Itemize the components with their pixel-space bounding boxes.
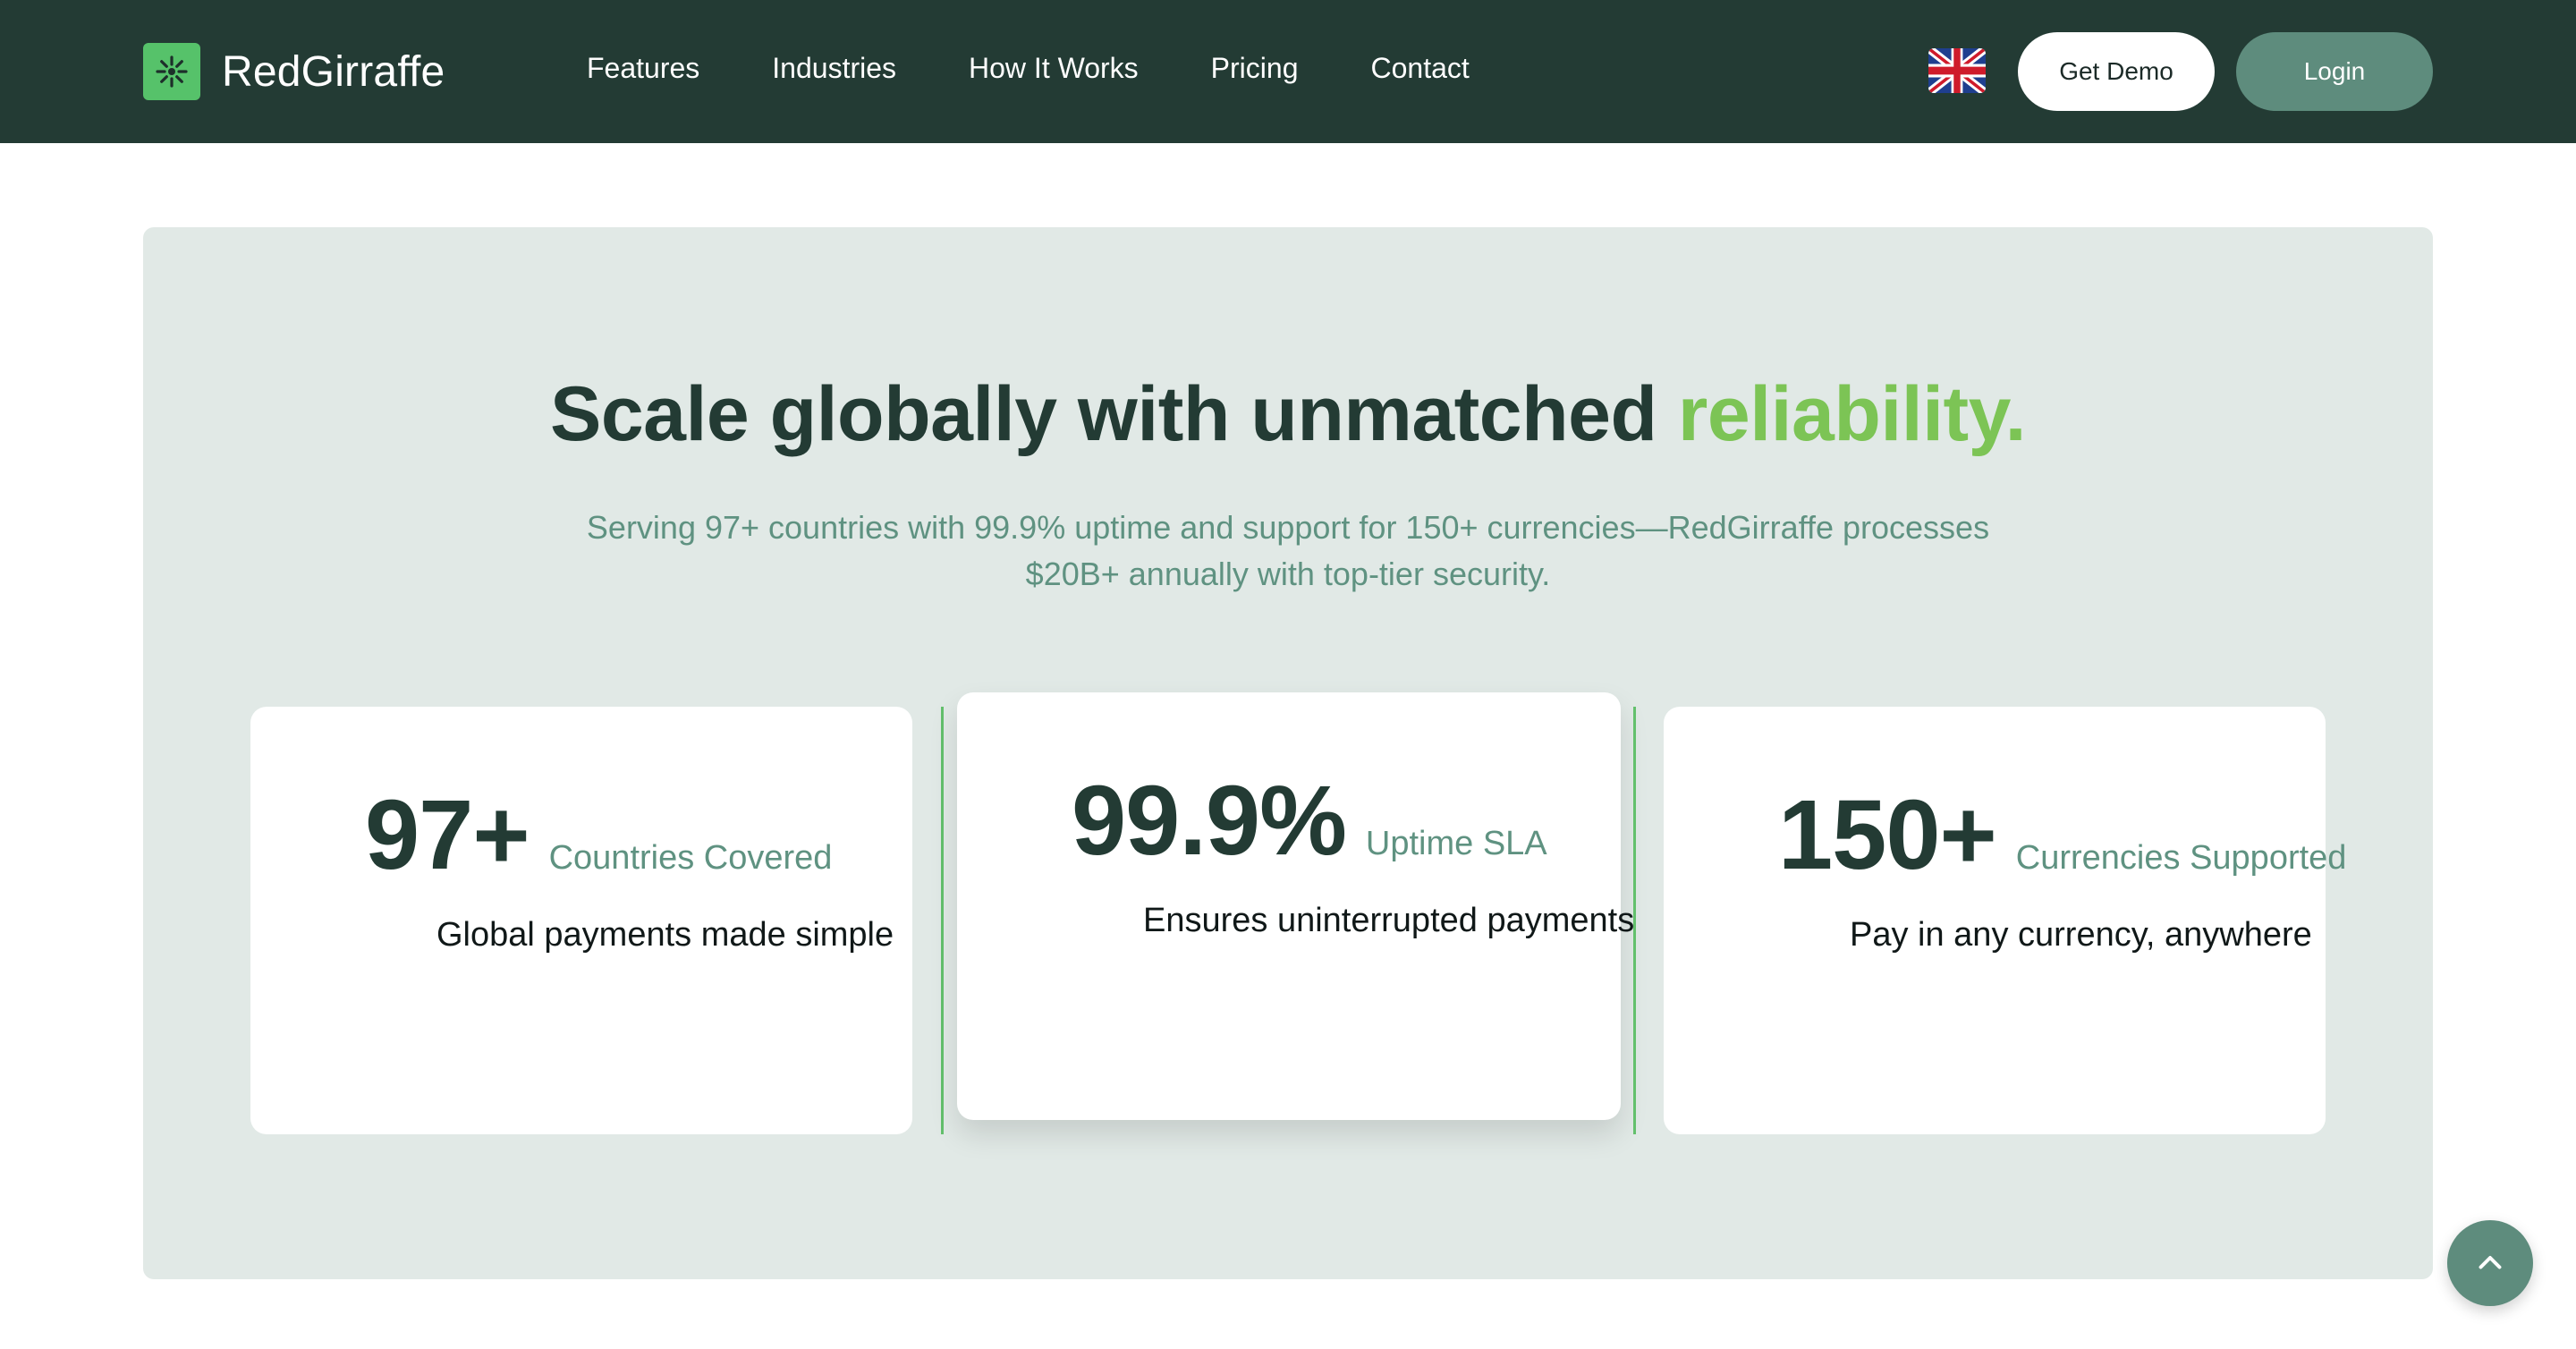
brand-logo-icon: [143, 43, 200, 100]
page: RedGirraffe Features Industries How It W…: [0, 0, 2576, 1349]
card-divider: [1633, 707, 1636, 1134]
stat-description: Global payments made simple: [436, 916, 894, 954]
nav-contact[interactable]: Contact: [1370, 52, 1469, 85]
login-button[interactable]: Login: [2236, 32, 2433, 111]
nav-features[interactable]: Features: [587, 52, 699, 85]
nav-how-it-works[interactable]: How It Works: [969, 52, 1139, 85]
uk-flag-icon[interactable]: [1928, 48, 1986, 93]
stat-description: Pay in any currency, anywhere: [1850, 916, 2312, 954]
nav-pricing[interactable]: Pricing: [1211, 52, 1299, 85]
stat-card-countries: 97+ Countries Covered Global payments ma…: [250, 707, 912, 1134]
stat-label: Countries Covered: [548, 839, 833, 877]
brand-logo[interactable]: RedGirraffe: [143, 43, 445, 100]
scroll-to-top-button[interactable]: [2447, 1220, 2533, 1306]
card-divider: [941, 707, 944, 1134]
stat-value: 150+: [1778, 780, 1997, 890]
stats-section: Scale globally with unmatched reliabilit…: [143, 227, 2433, 1279]
stat-description: Ensures uninterrupted payments: [1143, 902, 1635, 939]
stat-label: Uptime SLA: [1365, 825, 1547, 862]
headline-main: Scale globally with unmatched: [549, 371, 1678, 457]
stat-card-currencies: 150+ Currencies Supported Pay in any cur…: [1664, 707, 2346, 1134]
stat-label: Currencies Supported: [2015, 839, 2347, 877]
headline-accent: reliability.: [1677, 371, 2027, 457]
nav-industries[interactable]: Industries: [772, 52, 896, 85]
stat-heading: 150+ Currencies Supported: [1778, 778, 2346, 892]
brand-name: RedGirraffe: [222, 47, 445, 96]
stat-card-uptime: 99.9% Uptime SLA Ensures uninterrupted p…: [957, 692, 1634, 1120]
section-headline: Scale globally with unmatched reliabilit…: [143, 370, 2433, 459]
stat-value: 97+: [365, 780, 530, 890]
stat-heading: 99.9% Uptime SLA: [1072, 764, 1547, 878]
top-navbar: RedGirraffe Features Industries How It W…: [0, 0, 2576, 143]
main-nav: Features Industries How It Works Pricing…: [587, 52, 1470, 85]
get-demo-button[interactable]: Get Demo: [2018, 32, 2215, 111]
chevron-up-icon: [2479, 1256, 2502, 1269]
section-subtitle: Serving 97+ countries with 99.9% uptime …: [586, 509, 1990, 592]
stat-value: 99.9%: [1072, 766, 1347, 876]
stat-heading: 97+ Countries Covered: [365, 778, 832, 892]
